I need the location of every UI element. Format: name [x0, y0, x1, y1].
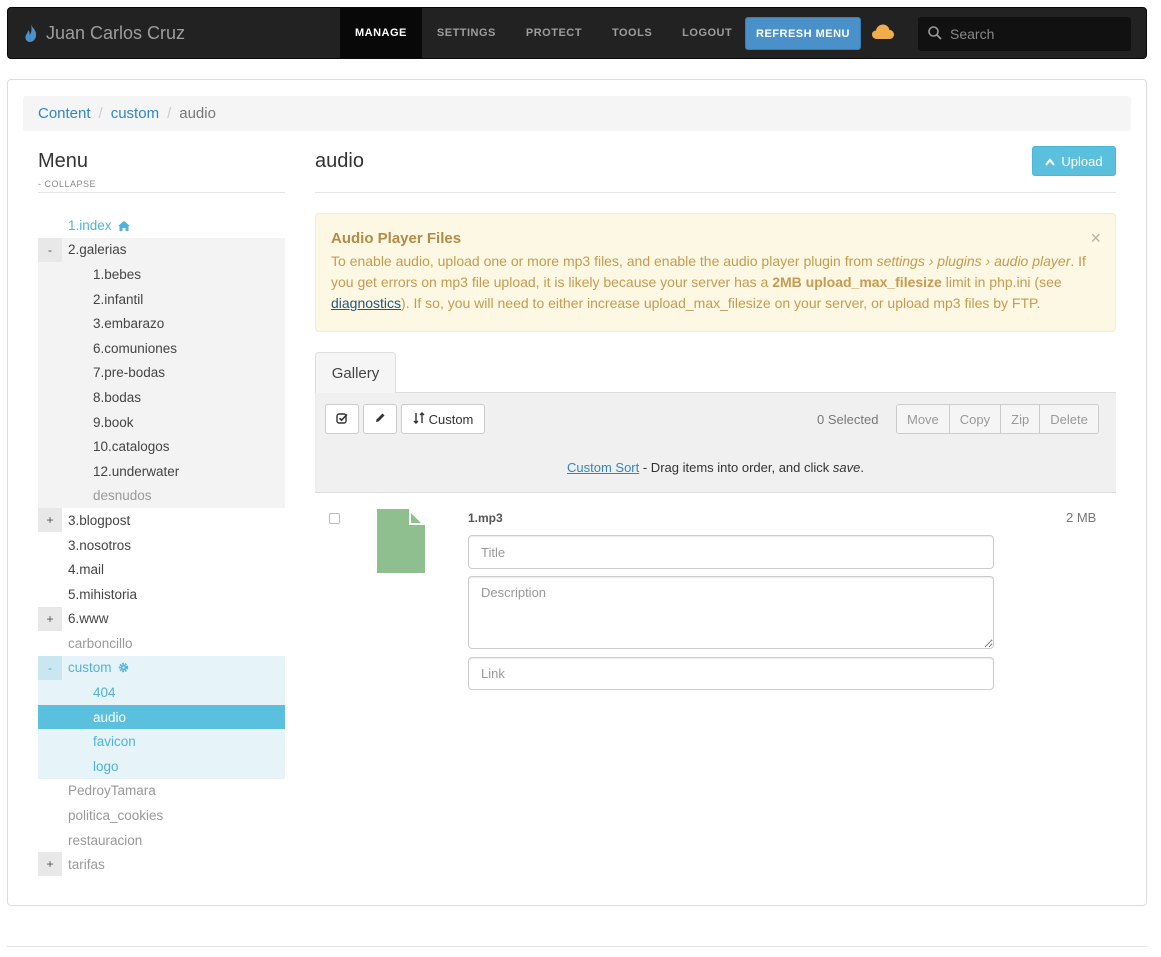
file-size: 2 MB	[1066, 510, 1097, 525]
expand-toggle[interactable]: +	[38, 508, 62, 533]
alert-box: Audio Player Files To enable audio, uplo…	[315, 213, 1116, 332]
sidebar-item-favicon[interactable]: favicon	[38, 729, 285, 755]
sidebar-item-mihistoria[interactable]: 5.mihistoria	[38, 582, 285, 607]
collapse-link[interactable]: - COLLAPSE	[38, 179, 96, 189]
sidebar-item-bodas[interactable]: 8.bodas	[38, 385, 285, 410]
tab-bar: Gallery	[315, 352, 1116, 394]
sidebar-item-index[interactable]: 1.index	[38, 213, 285, 238]
sidebar-item-carboncillo[interactable]: carboncillo	[38, 631, 285, 656]
file-icon	[377, 509, 425, 576]
top-navbar: Juan Carlos Cruz MANAGE SETTINGS PROTECT…	[7, 7, 1147, 59]
nav-protect[interactable]: PROTECT	[511, 8, 597, 58]
sidebar-item-pedroytamara[interactable]: PedroyTamara	[38, 779, 285, 804]
alert-text: To enable audio, upload one or more mp3 …	[331, 253, 1086, 311]
nav-tools[interactable]: TOOLS	[597, 8, 667, 58]
brand[interactable]: Juan Carlos Cruz	[24, 8, 185, 58]
expand-toggle[interactable]: +	[38, 852, 62, 877]
sidebar-item-mail[interactable]: 4.mail	[38, 557, 285, 582]
sidebar-item-pre-bodas[interactable]: 7.pre-bodas	[38, 360, 285, 386]
brand-name: Juan Carlos Cruz	[46, 22, 186, 43]
nav-manage[interactable]: MANAGE	[340, 8, 422, 58]
close-icon[interactable]: ×	[1090, 228, 1101, 249]
pencil-icon	[374, 412, 386, 427]
main-panel: Content / custom / audio Menu - COLLAPSE…	[7, 79, 1147, 906]
sidebar-item-nosotros[interactable]: 3.nosotros	[38, 533, 285, 558]
main-nav: MANAGE SETTINGS PROTECT TOOLS LOGOUT	[340, 8, 747, 58]
sort-custom-button[interactable]: Custom	[401, 404, 485, 434]
divider	[315, 192, 1116, 193]
sidebar-menu: 1.index - 2.galerias 1.bebes 2.infantil …	[38, 213, 285, 877]
zip-button[interactable]: Zip	[1001, 405, 1041, 433]
search-input[interactable]	[950, 26, 1120, 42]
sort-icon	[413, 411, 425, 427]
chevron-up-icon	[1045, 154, 1056, 169]
delete-button[interactable]: Delete	[1040, 405, 1098, 433]
divider	[38, 192, 285, 193]
breadcrumb-content[interactable]: Content	[38, 105, 91, 122]
copy-button[interactable]: Copy	[949, 405, 1002, 433]
home-icon	[115, 218, 131, 233]
check-square-icon	[336, 412, 348, 427]
sidebar-item-book[interactable]: 9.book	[38, 409, 285, 435]
sidebar-item-custom[interactable]: - custom	[38, 655, 285, 681]
sidebar-item-www[interactable]: + 6.www	[38, 606, 285, 632]
title-field[interactable]	[468, 535, 994, 569]
sidebar-item-audio[interactable]: audio	[38, 704, 285, 730]
sidebar-item-tarifas[interactable]: + tarifas	[38, 852, 285, 877]
sidebar-item-underwater[interactable]: 12.underwater	[38, 458, 285, 484]
edit-button[interactable]	[363, 404, 397, 434]
file-checkbox[interactable]	[329, 513, 340, 524]
sidebar-item-embarazo[interactable]: 3.embarazo	[38, 311, 285, 336]
description-field[interactable]	[468, 576, 994, 649]
tab-gallery[interactable]: Gallery	[315, 352, 396, 394]
selected-count: 0 Selected	[817, 411, 879, 427]
sidebar-item-blogpost[interactable]: + 3.blogpost	[38, 508, 285, 533]
link-field[interactable]	[468, 657, 994, 690]
breadcrumb-custom[interactable]: custom	[111, 105, 159, 122]
move-button[interactable]: Move	[897, 405, 950, 433]
search-box	[918, 17, 1131, 51]
sidebar-title: Menu	[38, 150, 89, 172]
sidebar-item-404[interactable]: 404	[38, 680, 285, 705]
expand-toggle[interactable]: +	[38, 606, 62, 631]
sidebar-item-catalogos[interactable]: 10.catalogos	[38, 434, 285, 459]
sidebar-item-comuniones[interactable]: 6.comuniones	[38, 335, 285, 361]
sidebar-item-desnudos[interactable]: desnudos	[38, 483, 285, 509]
collapse-toggle[interactable]: -	[38, 237, 62, 262]
refresh-menu-button[interactable]: REFRESH MENU	[745, 17, 862, 50]
sidebar-item-infantil[interactable]: 2.infantil	[38, 286, 285, 312]
sidebar-item-restauracion[interactable]: restauracion	[38, 828, 285, 853]
collapse-toggle[interactable]: -	[38, 655, 62, 680]
cloud-icon[interactable]	[872, 24, 894, 42]
select-all-button[interactable]	[325, 404, 359, 434]
gear-icon	[115, 660, 129, 675]
page-title: audio	[315, 150, 364, 172]
sidebar-item-politica-cookies[interactable]: politica_cookies	[38, 803, 285, 828]
sidebar-item-galerias[interactable]: - 2.galerias	[38, 237, 285, 263]
breadcrumb: Content / custom / audio	[23, 96, 1131, 131]
footer-divider	[7, 946, 1147, 947]
nav-settings[interactable]: SETTINGS	[422, 8, 511, 58]
file-name: 1.mp3	[468, 511, 503, 525]
search-icon	[928, 25, 942, 43]
flame-icon	[24, 24, 38, 42]
alert-title: Audio Player Files	[331, 230, 462, 247]
gallery-toolbar: Custom 0 Selected Move Copy Zip Delete	[315, 393, 1116, 443]
upload-button[interactable]: Upload	[1032, 146, 1116, 176]
sidebar-item-logo[interactable]: logo	[38, 754, 285, 779]
nav-logout[interactable]: LOGOUT	[667, 8, 747, 58]
custom-sort-bar: Custom Sort - Drag items into order, and…	[315, 443, 1116, 493]
diagnostics-link[interactable]: diagnostics	[331, 295, 401, 311]
sidebar-item-bebes[interactable]: 1.bebes	[38, 262, 285, 287]
breadcrumb-current: audio	[179, 105, 216, 122]
custom-sort-link[interactable]: Custom Sort	[567, 460, 639, 475]
bulk-actions: Move Copy Zip Delete	[896, 404, 1099, 434]
